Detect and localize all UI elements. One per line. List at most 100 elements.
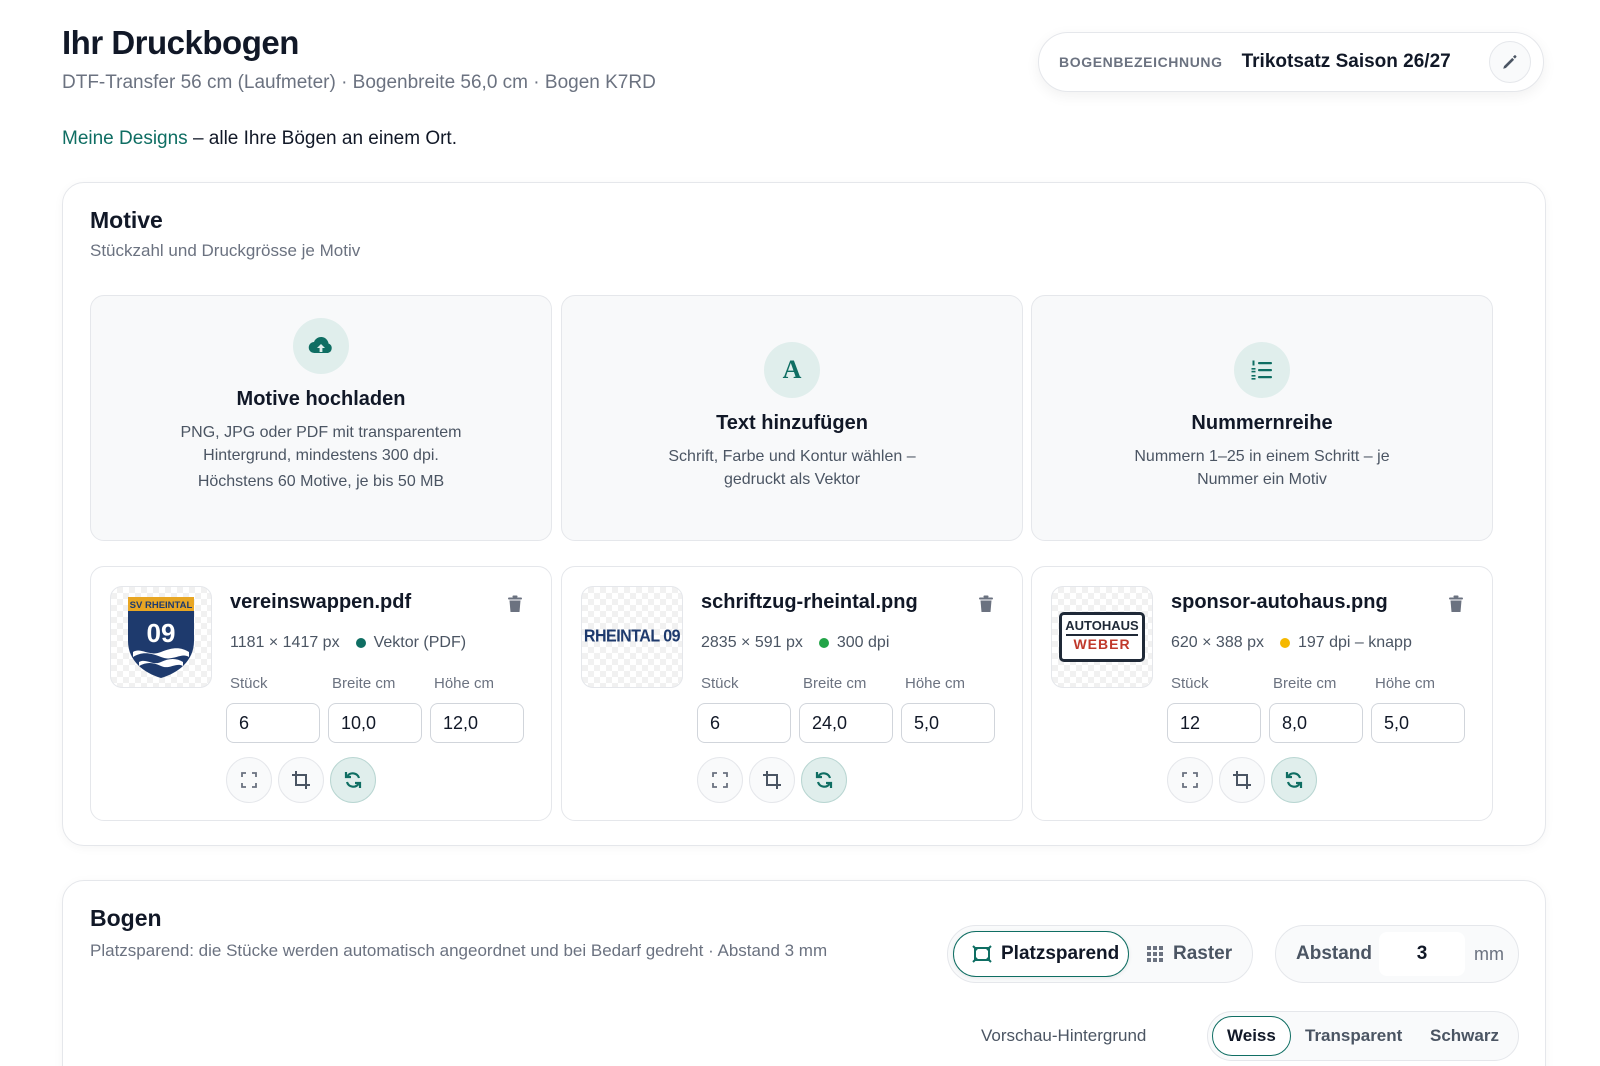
quality-dot bbox=[818, 638, 829, 648]
motive-title: Motive bbox=[90, 207, 163, 233]
width-input[interactable]: 24,0 bbox=[799, 703, 893, 743]
trash-icon bbox=[508, 595, 522, 612]
qty-label: Stück bbox=[1171, 675, 1209, 692]
height-input[interactable]: 12,0 bbox=[430, 703, 524, 743]
layout-option-platzsparend[interactable]: Platzsparend bbox=[953, 931, 1129, 977]
gap-control: Abstand 3 mm bbox=[1275, 925, 1519, 983]
text-circle: A bbox=[764, 342, 820, 398]
motive-subtitle: Stückzahl und Druckgrösse je Motiv bbox=[90, 241, 361, 260]
motif-card: SV RHEINTAL 09 vereinswappen.pdf 1181 × … bbox=[90, 566, 552, 821]
upload-motifs-button[interactable]: Motive hochladen PNG, JPG oder PDF mit t… bbox=[90, 295, 552, 541]
preview-background-toggle: Weiss Transparent Schwarz bbox=[1207, 1011, 1519, 1061]
refresh-icon bbox=[815, 772, 833, 788]
numbered-list-icon bbox=[1251, 360, 1272, 380]
crop-icon bbox=[292, 771, 310, 789]
compact-layout-icon bbox=[972, 945, 992, 963]
sponsor-logo-thumbnail: AUTOHAUS WEBER bbox=[1059, 612, 1145, 662]
fit-size-button[interactable] bbox=[1167, 757, 1213, 803]
action-desc-limit: Höchstens 60 Motive, je bis 50 MB bbox=[197, 473, 445, 490]
intro-text: – alle Ihre Bögen an einem Ort. bbox=[187, 128, 457, 149]
lettering-thumbnail: RHEINTAL 09 bbox=[583, 627, 681, 646]
quality-dot bbox=[1279, 638, 1290, 648]
fit-size-button[interactable] bbox=[697, 757, 743, 803]
action-title: Nummernreihe bbox=[1191, 412, 1333, 434]
motif-size: 620 × 388 px bbox=[1171, 634, 1264, 651]
page-subtitle: DTF-Transfer 56 cm (Laufmeter) · Bogenbr… bbox=[62, 72, 656, 93]
motif-filename: vereinswappen.pdf bbox=[230, 591, 412, 613]
motif-thumbnail: SV RHEINTAL 09 bbox=[110, 586, 212, 688]
crop-button[interactable] bbox=[278, 757, 324, 803]
layout-option-raster[interactable]: Raster bbox=[1146, 931, 1232, 977]
crest-number-text: 09 bbox=[147, 618, 176, 648]
width-input[interactable]: 8,0 bbox=[1269, 703, 1363, 743]
sheet-name-label: BOGENBEZEICHNUNG bbox=[1059, 54, 1223, 70]
bg-option-schwarz[interactable]: Schwarz bbox=[1430, 1016, 1499, 1056]
bogen-subtitle: Platzsparend: die Stücke werden automati… bbox=[90, 941, 828, 960]
bg-option-transparent[interactable]: Transparent bbox=[1305, 1016, 1402, 1056]
cloud-upload-icon bbox=[308, 337, 332, 354]
sheet-name-field: BOGENBEZEICHNUNG Trikotsatz Saison 26/27 bbox=[1038, 32, 1544, 92]
bogen-section: Bogen Platzsparend: die Stücke werden au… bbox=[62, 880, 1546, 1066]
numbers-circle bbox=[1234, 342, 1290, 398]
motif-quality: Vektor (PDF) bbox=[373, 634, 467, 651]
layout-option-label: Raster bbox=[1173, 943, 1233, 964]
gap-unit: mm bbox=[1474, 944, 1504, 964]
action-desc: PNG, JPG oder PDF mit transparentem Hint… bbox=[180, 424, 462, 464]
delete-motif-button[interactable] bbox=[507, 595, 523, 618]
motif-thumbnail: RHEINTAL 09 bbox=[581, 586, 683, 688]
qty-label: Stück bbox=[701, 675, 739, 692]
motif-meta: 620 × 388 px 197 dpi – knapp bbox=[1171, 634, 1412, 652]
fullscreen-icon bbox=[241, 772, 257, 788]
height-label: Höhe cm bbox=[1375, 675, 1436, 692]
gap-input[interactable]: 3 bbox=[1379, 932, 1465, 976]
crop-icon bbox=[1233, 771, 1251, 789]
fullscreen-icon bbox=[712, 772, 728, 788]
delete-motif-button[interactable] bbox=[978, 595, 994, 618]
letter-a-icon: A bbox=[782, 355, 802, 384]
motif-card: RHEINTAL 09 schriftzug-rheintal.png 2835… bbox=[561, 566, 1023, 821]
trash-icon bbox=[1449, 595, 1463, 612]
qty-input[interactable]: 12 bbox=[1167, 703, 1261, 743]
width-label: Breite cm bbox=[803, 675, 867, 692]
crop-button[interactable] bbox=[749, 757, 795, 803]
crop-button[interactable] bbox=[1219, 757, 1265, 803]
sponsor-logo-top: AUTOHAUS bbox=[1065, 618, 1139, 633]
page-title: Ihr Druckbogen bbox=[62, 24, 299, 61]
motif-thumbnail: AUTOHAUS WEBER bbox=[1051, 586, 1153, 688]
qty-input[interactable]: 6 bbox=[226, 703, 320, 743]
quality-dot bbox=[355, 638, 366, 648]
motif-meta: 1181 × 1417 px Vektor (PDF) bbox=[230, 634, 466, 652]
height-input[interactable]: 5,0 bbox=[901, 703, 995, 743]
my-designs-link[interactable]: Meine Designs bbox=[62, 128, 188, 149]
grid-icon bbox=[1147, 946, 1163, 962]
layout-option-label: Platzsparend bbox=[1001, 943, 1120, 964]
crest-top-text: SV RHEINTAL bbox=[130, 600, 193, 611]
rotate-button[interactable] bbox=[801, 757, 847, 803]
bg-option-weiss[interactable]: Weiss bbox=[1212, 1016, 1291, 1056]
width-label: Breite cm bbox=[1273, 675, 1337, 692]
sponsor-logo-main: WEBER bbox=[1066, 634, 1138, 653]
edit-sheet-name-button[interactable] bbox=[1489, 41, 1531, 83]
layout-mode-toggle: Platzsparend Raster bbox=[947, 925, 1253, 983]
qty-label: Stück bbox=[230, 675, 268, 692]
add-text-button[interactable]: A Text hinzufügen Schrift, Farbe und Kon… bbox=[561, 295, 1023, 541]
club-crest-thumbnail: SV RHEINTAL 09 bbox=[128, 597, 194, 678]
rotate-button[interactable] bbox=[330, 757, 376, 803]
fit-size-button[interactable] bbox=[226, 757, 272, 803]
delete-motif-button[interactable] bbox=[1448, 595, 1464, 618]
height-label: Höhe cm bbox=[905, 675, 966, 692]
height-input[interactable]: 5,0 bbox=[1371, 703, 1465, 743]
motif-size: 2835 × 591 px bbox=[701, 634, 803, 651]
sheet-name-value[interactable]: Trikotsatz Saison 26/27 bbox=[1242, 51, 1489, 73]
motif-card: AUTOHAUS WEBER sponsor-autohaus.png 620 … bbox=[1031, 566, 1493, 821]
qty-input[interactable]: 6 bbox=[697, 703, 791, 743]
action-title: Text hinzufügen bbox=[716, 412, 868, 434]
intro-line: Meine Designs – alle Ihre Bögen an einem… bbox=[62, 128, 457, 150]
width-input[interactable]: 10,0 bbox=[328, 703, 422, 743]
motif-filename: sponsor-autohaus.png bbox=[1171, 591, 1388, 613]
height-label: Höhe cm bbox=[434, 675, 495, 692]
rotate-button[interactable] bbox=[1271, 757, 1317, 803]
gap-label: Abstand bbox=[1296, 943, 1372, 964]
fullscreen-icon bbox=[1182, 772, 1198, 788]
number-series-button[interactable]: Nummernreihe Nummern 1–25 in einem Schri… bbox=[1031, 295, 1493, 541]
